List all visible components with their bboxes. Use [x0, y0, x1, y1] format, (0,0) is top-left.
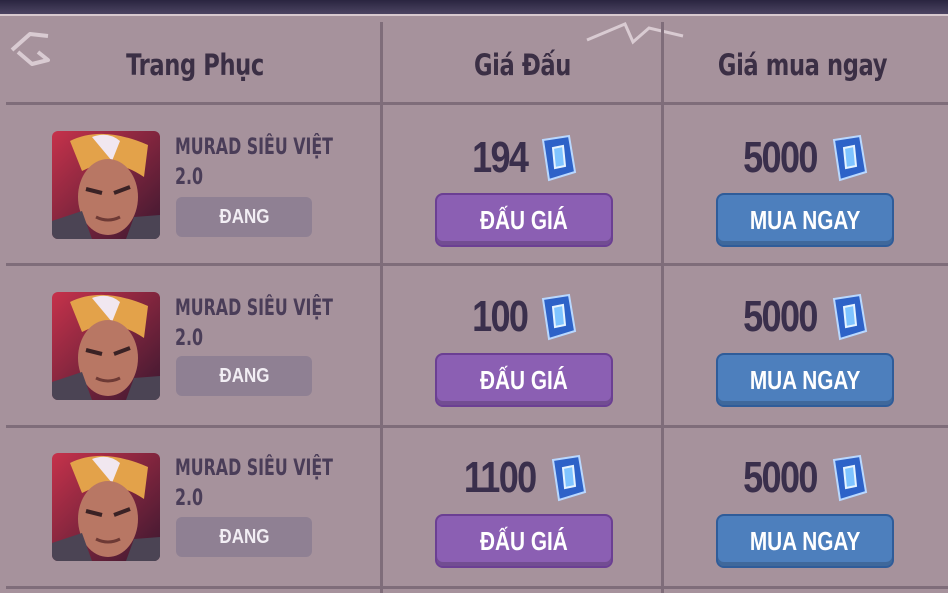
corner-ornament-icon [10, 32, 50, 66]
skin-name-line1: MURAD SIÊU VIỆT [175, 296, 333, 321]
skin-name: MURAD SIÊU VIỆT 2.0 [175, 294, 333, 354]
quan-huy-gem-icon [552, 454, 587, 502]
bid-button[interactable]: ĐẤU GIÁ [435, 193, 613, 247]
status-badge: ĐANG [176, 356, 312, 396]
bid-price: 1100 [400, 453, 645, 503]
skin-name-line2: 2.0 [175, 165, 204, 190]
buy-now-price-value: 5000 [742, 292, 818, 341]
skin-name-line1: MURAD SIÊU VIỆT [175, 456, 333, 481]
buy-now-price: 5000 [675, 292, 930, 342]
quan-huy-gem-icon [542, 293, 577, 341]
status-label: ĐANG [218, 205, 270, 228]
table-row: MURAD SIÊU VIỆT 2.0 ĐANG 194 ĐẤU GIÁ 500… [0, 105, 948, 265]
table-row: MURAD SIÊU VIỆT 2.0 ĐANG 1100 ĐẤU GIÁ 50… [0, 428, 948, 588]
header-buy-now-price: Giá mua ngay [717, 48, 888, 82]
status-label: ĐANG [218, 525, 270, 548]
bid-price: 100 [400, 292, 645, 342]
murad-avatar [52, 131, 160, 239]
quan-huy-gem-icon [833, 134, 868, 182]
buy-now-button[interactable]: MUA NGAY [716, 514, 894, 568]
bid-price: 194 [400, 133, 645, 183]
buy-now-button[interactable]: MUA NGAY [716, 353, 894, 407]
skin-name-line2: 2.0 [175, 486, 204, 511]
header-skin: Trang Phục [126, 48, 264, 82]
buy-now-button[interactable]: MUA NGAY [716, 193, 894, 247]
buy-now-price-value: 5000 [742, 453, 818, 502]
table-row: MURAD SIÊU VIỆT 2.0 ĐANG 100 ĐẤU GIÁ 500… [0, 266, 948, 426]
buy-now-price-value: 5000 [742, 133, 818, 182]
status-badge: ĐANG [176, 517, 312, 557]
quan-huy-gem-icon [833, 454, 868, 502]
status-badge: ĐANG [176, 197, 312, 237]
header-bid-price: Giá Đấu [473, 48, 572, 82]
bid-button[interactable]: ĐẤU GIÁ [435, 353, 613, 407]
bid-price-value: 100 [471, 292, 529, 341]
skin-name-line2: 2.0 [175, 326, 204, 351]
panel-top-border [0, 0, 948, 16]
status-label: ĐANG [218, 364, 270, 387]
quan-huy-gem-icon [833, 293, 868, 341]
bid-button[interactable]: ĐẤU GIÁ [435, 514, 613, 568]
quan-huy-gem-icon [542, 134, 577, 182]
buy-now-price: 5000 [675, 453, 930, 503]
murad-avatar [52, 453, 160, 561]
skin-name: MURAD SIÊU VIỆT 2.0 [175, 133, 333, 193]
auction-panel: Trang Phục Giá Đấu Giá mua ngay MURAD SI… [0, 0, 948, 593]
bid-price-value: 1100 [463, 453, 537, 502]
skin-name-line1: MURAD SIÊU VIỆT [175, 135, 333, 160]
skin-name: MURAD SIÊU VIỆT 2.0 [175, 454, 333, 514]
buy-now-price: 5000 [675, 133, 930, 183]
murad-avatar [52, 292, 160, 400]
bid-price-value: 194 [471, 133, 529, 182]
